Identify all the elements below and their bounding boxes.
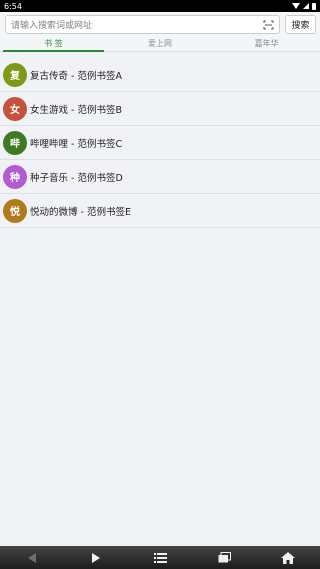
bookmark-item[interactable]: 悦 悦动的微博 - 范例书签E <box>0 194 320 228</box>
bookmark-label: 哔哩哔哩 - 范例书签C <box>30 138 123 150</box>
bookmark-label: 女生游戏 - 范例书签B <box>30 104 122 116</box>
bookmark-item[interactable]: 复 复古传奇 - 范例书签A <box>0 58 320 92</box>
battery-icon <box>312 2 316 10</box>
search-placeholder: 请输入搜索词或网址 <box>11 21 93 31</box>
bookmark-list: 复 复古传奇 - 范例书签A 女 女生游戏 - 范例书签B 哔 哔哩哔哩 - 范… <box>0 58 320 228</box>
forward-icon[interactable] <box>81 546 111 569</box>
scan-icon[interactable] <box>263 20 274 30</box>
bookmark-item[interactable]: 种 种子音乐 - 范例书签D <box>0 160 320 194</box>
avatar: 种 <box>3 164 27 189</box>
tab-jianianhua[interactable]: 嘉年华 <box>213 38 320 51</box>
avatar: 悦 <box>3 198 27 223</box>
search-input[interactable]: 请输入搜索词或网址 <box>5 15 280 34</box>
tab-aishangwang[interactable]: 爱上网 <box>107 38 214 51</box>
search-bar: 请输入搜索词或网址 搜索 <box>0 12 320 38</box>
home-icon[interactable] <box>273 546 303 569</box>
tabs-icon[interactable] <box>209 546 239 569</box>
avatar: 女 <box>3 96 27 121</box>
bookmark-item[interactable]: 女 女生游戏 - 范例书签B <box>0 92 320 126</box>
bookmark-label: 种子音乐 - 范例书签D <box>30 172 123 184</box>
tab-bookmarks[interactable]: 书 签 <box>0 38 107 52</box>
tab-bar: 书 签 爱上网 嘉年华 <box>0 38 320 52</box>
wifi-icon <box>292 3 300 9</box>
bookmark-label: 悦动的微博 - 范例书签E <box>30 206 131 218</box>
status-bar: 6:54 <box>0 0 320 12</box>
bookmark-label: 复古传奇 - 范例书签A <box>30 70 122 82</box>
bottom-nav <box>0 546 320 569</box>
back-icon[interactable] <box>17 546 47 569</box>
signal-icon <box>303 3 309 9</box>
menu-icon[interactable] <box>145 546 175 569</box>
bookmark-item[interactable]: 哔 哔哩哔哩 - 范例书签C <box>0 126 320 160</box>
search-button[interactable]: 搜索 <box>285 15 316 34</box>
status-icons <box>292 2 316 10</box>
status-time: 6:54 <box>4 1 22 11</box>
avatar: 复 <box>3 62 27 87</box>
avatar: 哔 <box>3 130 27 155</box>
